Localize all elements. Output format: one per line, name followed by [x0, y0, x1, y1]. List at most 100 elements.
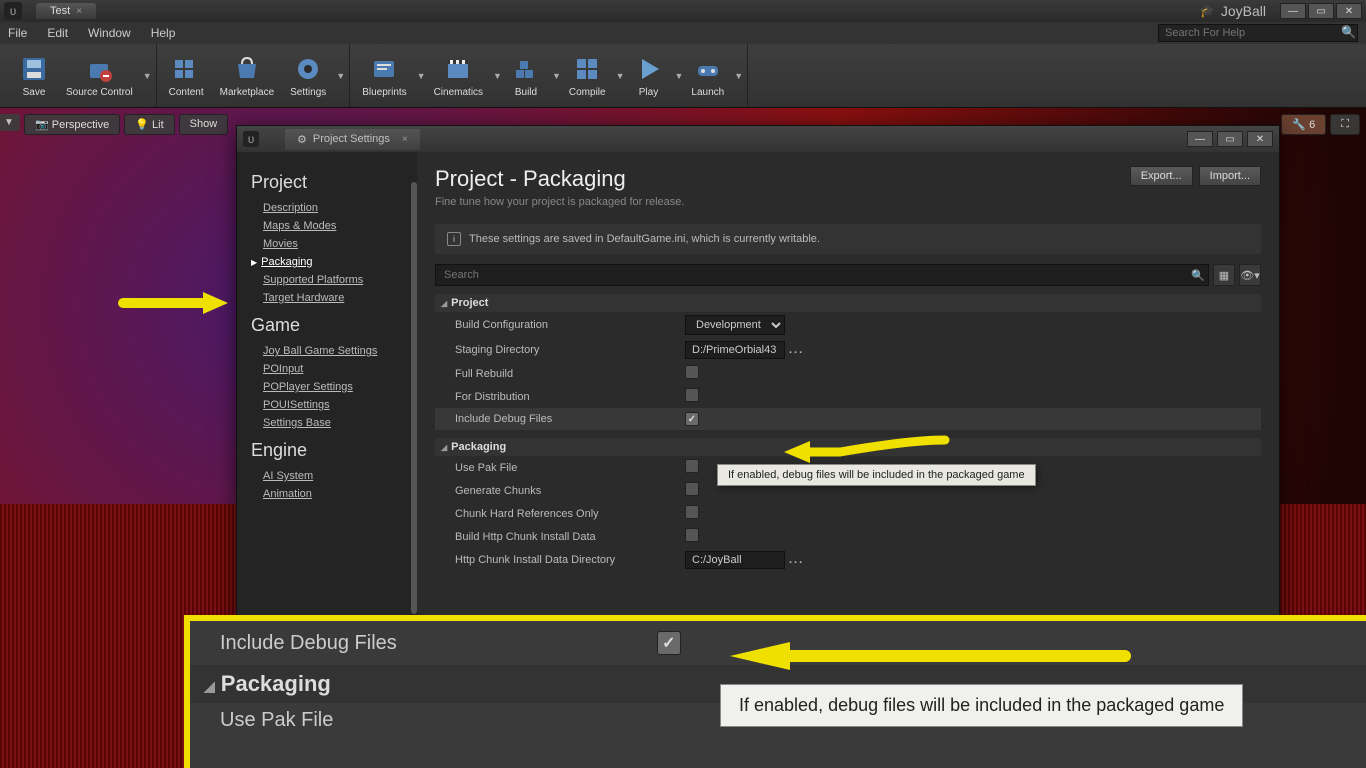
project-settings-window: ᴜ ⚙ Project Settings × — ▭ ✕ Project Des…: [236, 125, 1280, 625]
chunk-hard-checkbox[interactable]: [685, 505, 699, 519]
chevron-down-icon[interactable]: ▼: [336, 71, 345, 81]
search-help-input[interactable]: [1158, 24, 1358, 42]
blowup-include-debug: Include Debug Files: [190, 621, 1366, 665]
chevron-down-icon[interactable]: ▼: [616, 71, 625, 81]
staging-dir-field[interactable]: D:/PrimeOrbial43: [685, 341, 785, 359]
cinematics-button[interactable]: Cinematics: [426, 49, 491, 102]
close-button[interactable]: ✕: [1247, 131, 1273, 147]
nav-description[interactable]: Description: [251, 199, 403, 217]
chevron-down-icon[interactable]: ▼: [417, 71, 426, 81]
gen-chunks-checkbox[interactable]: [685, 482, 699, 496]
marketplace-icon: [231, 53, 263, 85]
tooltip: If enabled, debug files will be included…: [717, 464, 1036, 486]
page-subtitle: Fine tune how your project is packaged f…: [435, 196, 1261, 208]
content-button[interactable]: Content: [161, 49, 212, 102]
settings-button[interactable]: Settings: [282, 49, 334, 102]
nav-target-hardware[interactable]: Target Hardware: [251, 289, 403, 307]
minimize-button[interactable]: —: [1187, 131, 1213, 147]
nav-pouisettings[interactable]: POUISettings: [251, 396, 403, 414]
play-icon: [633, 53, 665, 85]
chevron-down-icon[interactable]: ▼: [675, 71, 684, 81]
minimize-button[interactable]: —: [1280, 3, 1306, 19]
maximize-button[interactable]: ▭: [1308, 3, 1334, 19]
export-button[interactable]: Export...: [1130, 166, 1193, 186]
maximize-button[interactable]: ▭: [1217, 131, 1243, 147]
row-build-http: Build Http Chunk Install Data: [435, 525, 1261, 548]
graduation-icon[interactable]: 🎓: [1200, 4, 1215, 18]
nav-section-engine: Engine: [251, 440, 403, 461]
main-tab-label: Test: [50, 5, 70, 17]
search-icon[interactable]: 🔍: [1187, 264, 1209, 286]
nav-ai-system[interactable]: AI System: [251, 467, 403, 485]
compile-badge[interactable]: 🔧 6: [1281, 114, 1326, 135]
row-chunk-hard: Chunk Hard References Only: [435, 502, 1261, 525]
axis-gizmo: z└y─x: [10, 730, 37, 754]
blowup-tooltip: If enabled, debug files will be included…: [720, 684, 1243, 727]
nav-maps-modes[interactable]: Maps & Modes: [251, 217, 403, 235]
search-help: 🔍: [1158, 24, 1358, 42]
section-packaging[interactable]: Packaging: [435, 438, 1261, 456]
nav-section-project: Project: [251, 172, 403, 193]
row-build-config: Build Configuration Development: [435, 312, 1261, 338]
eye-icon[interactable]: 👁▾: [1239, 264, 1261, 286]
nav-poplayer[interactable]: POPlayer Settings: [251, 378, 403, 396]
close-tab-icon[interactable]: ×: [402, 134, 408, 145]
nav-settings-base[interactable]: Settings Base: [251, 414, 403, 432]
chevron-down-icon[interactable]: ▼: [552, 71, 561, 81]
nav-supported-platforms[interactable]: Supported Platforms: [251, 271, 403, 289]
content-icon: [170, 53, 202, 85]
full-rebuild-checkbox[interactable]: [685, 365, 699, 379]
nav-packaging[interactable]: Packaging: [251, 253, 403, 271]
lit-button[interactable]: 💡 Lit: [124, 114, 174, 135]
search-icon[interactable]: 🔍: [1341, 25, 1356, 39]
menu-file[interactable]: File: [8, 26, 27, 40]
gear-icon: [292, 53, 324, 85]
settings-search-input[interactable]: [435, 264, 1209, 286]
ue-logo-icon: ᴜ: [243, 131, 259, 147]
settings-titlebar: ᴜ ⚙ Project Settings × — ▭ ✕: [237, 126, 1279, 152]
build-http-checkbox[interactable]: [685, 528, 699, 542]
compile-button[interactable]: Compile: [561, 49, 614, 102]
info-bar: i These settings are saved in DefaultGam…: [435, 224, 1261, 254]
nav-joyball-settings[interactable]: Joy Ball Game Settings: [251, 342, 403, 360]
blueprints-button[interactable]: Blueprints: [354, 49, 414, 102]
section-project[interactable]: Project: [435, 294, 1261, 312]
build-config-select[interactable]: Development: [685, 315, 785, 335]
include-debug-checkbox[interactable]: [685, 412, 699, 426]
launch-button[interactable]: Launch: [683, 49, 732, 102]
chevron-down-icon[interactable]: ▼: [734, 71, 743, 81]
show-button[interactable]: Show: [179, 114, 229, 135]
close-tab-icon[interactable]: ×: [76, 6, 82, 17]
menu-help[interactable]: Help: [151, 26, 176, 40]
chevron-down-icon[interactable]: ▼: [143, 71, 152, 81]
main-tab[interactable]: Test ×: [36, 3, 96, 19]
chevron-down-icon[interactable]: ▼: [493, 71, 502, 81]
source-control-button[interactable]: Source Control: [58, 49, 141, 102]
nav-movies[interactable]: Movies: [251, 235, 403, 253]
play-button[interactable]: Play: [625, 49, 673, 102]
browse-button[interactable]: ...: [789, 554, 804, 566]
for-distribution-checkbox[interactable]: [685, 388, 699, 402]
menu-edit[interactable]: Edit: [47, 26, 68, 40]
perspective-button[interactable]: 📷 Perspective: [24, 114, 120, 135]
build-button[interactable]: Build: [502, 49, 550, 102]
grid-view-icon[interactable]: ▦: [1213, 264, 1235, 286]
nav-poinput[interactable]: POInput: [251, 360, 403, 378]
http-dir-field[interactable]: C:/JoyBall: [685, 551, 785, 569]
marketplace-button[interactable]: Marketplace: [212, 49, 282, 102]
build-icon: [510, 53, 542, 85]
use-pak-checkbox[interactable]: [685, 459, 699, 473]
maximize-viewport-button[interactable]: ⛶: [1330, 114, 1360, 135]
menu-window[interactable]: Window: [88, 26, 131, 40]
row-full-rebuild: Full Rebuild: [435, 362, 1261, 385]
row-include-debug: Include Debug Files: [435, 408, 1261, 430]
browse-button[interactable]: ...: [789, 344, 804, 356]
row-for-distribution: For Distribution: [435, 385, 1261, 408]
save-button[interactable]: Save: [10, 49, 58, 102]
import-button[interactable]: Import...: [1199, 166, 1261, 186]
info-icon: i: [447, 232, 461, 246]
settings-tab[interactable]: ⚙ Project Settings ×: [285, 129, 420, 150]
menubar: File Edit Window Help 🔍: [0, 22, 1366, 44]
close-button[interactable]: ✕: [1336, 3, 1362, 19]
nav-animation[interactable]: Animation: [251, 485, 403, 503]
